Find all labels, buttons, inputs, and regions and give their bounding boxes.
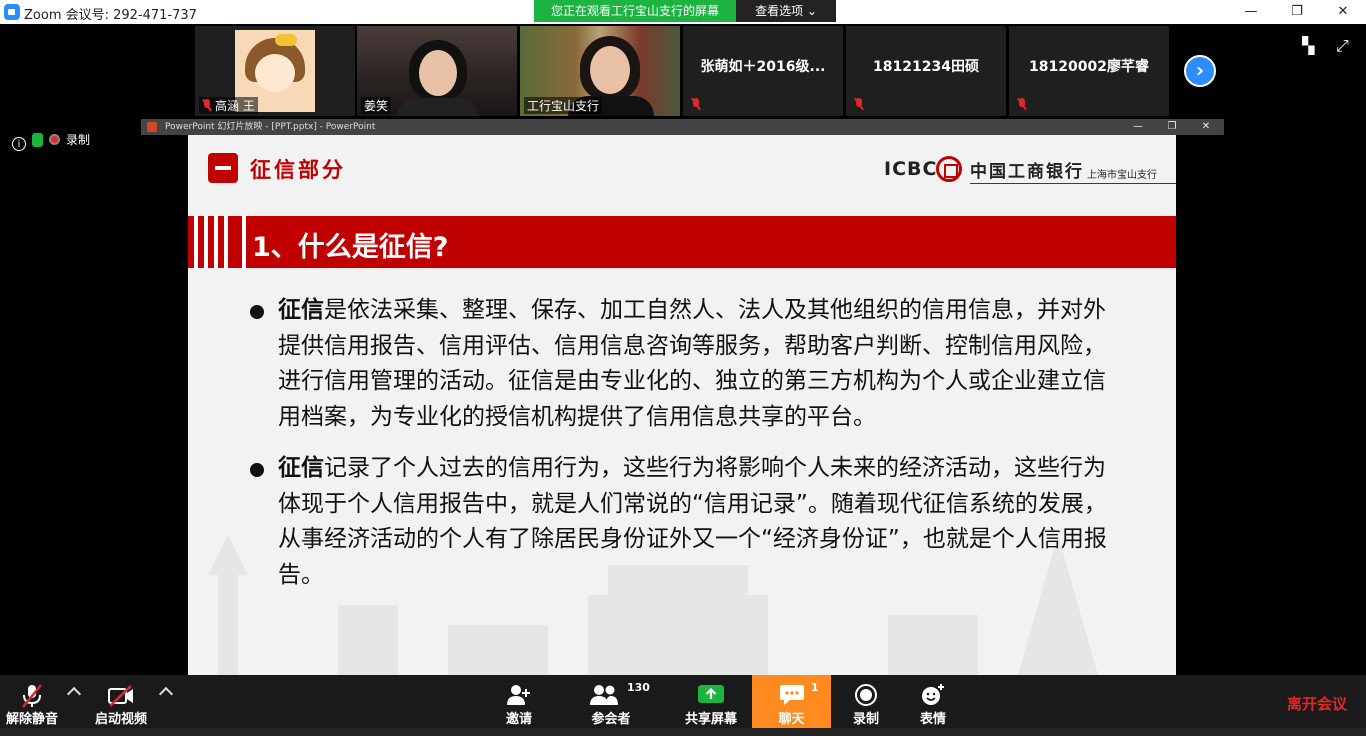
mic-muted-icon [1017, 97, 1027, 111]
ppt-title: PowerPoint 幻灯片放映 - [PPT.pptx] - PowerPoi… [165, 122, 376, 132]
slide-heading: 1、什么是征信? [252, 232, 449, 263]
info-icon[interactable]: i [12, 137, 26, 151]
screen-share-banner: 您正在观看工行宝山支行的屏幕 [534, 0, 736, 22]
start-video-button[interactable]: 启动视频 [88, 675, 154, 736]
unmute-button[interactable]: 解除静音 [0, 675, 64, 736]
participants-button[interactable]: 130 参会者 [584, 675, 650, 736]
participant-tile[interactable]: 高涵 王 [195, 26, 355, 116]
participant-name: 18120002廖芊睿 [1029, 59, 1149, 75]
participant-tile[interactable]: 姜笑 [357, 26, 517, 116]
fullscreen-icon[interactable]: ⤢ [1336, 36, 1349, 56]
taskbar-edge [0, 728, 1366, 736]
participant-name: 18121234田硕 [873, 59, 979, 75]
chat-button[interactable]: 1 聊天 [752, 675, 831, 736]
invite-button[interactable]: 邀请 [498, 675, 540, 736]
mic-muted-icon [691, 97, 701, 111]
ppt-restore-button[interactable]: ❐ [1157, 119, 1187, 135]
participant-name: 高涵 王 [199, 97, 258, 114]
ppt-titlebar: PowerPoint 幻灯片放映 - [PPT.pptx] - PowerPoi… [141, 119, 1224, 135]
participant-tile-active[interactable]: 工行宝山支行 [520, 26, 680, 116]
window-title: Zoom 会议号: 292-471-737 [24, 8, 197, 23]
leave-meeting-button[interactable]: 离开会议 [1287, 693, 1347, 714]
record-icon [848, 675, 884, 711]
presentation-slide: 征信部分 ICBC 中国工商银行 上海市宝山支行 1、什么是征信? 征信是依法采… [188, 135, 1176, 675]
mic-muted-icon [854, 97, 864, 111]
participant-name: 姜笑 [361, 97, 392, 114]
participant-tile[interactable]: 张萌如＋2016级... [683, 26, 843, 116]
lock-icon[interactable] [32, 133, 43, 147]
ppt-close-button[interactable]: ✕ [1191, 119, 1221, 135]
zoom-logo-icon [4, 4, 20, 20]
video-options-chevron-icon[interactable] [158, 686, 174, 702]
share-screen-button[interactable]: 共享屏幕 [680, 675, 742, 736]
audio-options-chevron-icon[interactable] [66, 686, 82, 702]
share-screen-icon [680, 675, 742, 711]
close-button[interactable]: ✕ [1320, 0, 1366, 24]
add-person-icon [498, 675, 540, 711]
restore-button[interactable]: ❐ [1274, 0, 1320, 24]
recording-label: 录制 [66, 133, 91, 147]
record-button[interactable]: 录制 [848, 675, 884, 736]
layout-icon[interactable]: ▚ [1302, 36, 1314, 55]
bullet-list: 征信是依法采集、整理、保存、加工自然人、法人及其他组织的信用信息，并对外提供信用… [248, 293, 1108, 593]
participant-count: 130 [627, 681, 650, 694]
minimize-button[interactable]: — [1228, 0, 1274, 24]
smiley-add-icon [916, 675, 950, 711]
bullet-item: 征信是依法采集、整理、保存、加工自然人、法人及其他组织的信用信息，并对外提供信用… [248, 293, 1108, 435]
video-off-icon [88, 675, 154, 711]
section-title: 征信部分 [250, 158, 346, 182]
next-page-button[interactable]: › [1184, 55, 1216, 87]
participant-tile[interactable]: 18120002廖芊睿 [1009, 26, 1169, 116]
bullet-item: 征信记录了个人过去的信用行为，这些行为将影响个人未来的经济活动，这些行为体现于个… [248, 451, 1108, 593]
meeting-status: i 录制 [12, 131, 90, 151]
participant-strip: 高涵 王 姜笑 工行宝山支行 张萌如＋2016级... 18121234田硕 1… [0, 24, 1366, 118]
reactions-button[interactable]: 表情 [916, 675, 950, 736]
view-options-button[interactable]: 查看选项 ⌄ [736, 0, 836, 22]
mic-muted-icon [202, 98, 212, 112]
meeting-toolbar: 解除静音 启动视频 邀请 130 参会者 共享屏幕 1 聊天 录制 表情 离开会… [0, 675, 1366, 736]
icbc-seal-icon [936, 156, 962, 182]
slide-heading-banner: 1、什么是征信? [188, 216, 1176, 268]
chat-unread-count: 1 [811, 681, 819, 694]
participant-tile[interactable]: 18121234田硕 [846, 26, 1006, 116]
section-number-badge [208, 153, 238, 183]
participant-name: 张萌如＋2016级... [700, 59, 826, 75]
participant-name: 工行宝山支行 [524, 97, 603, 114]
chat-bubble-icon [752, 675, 831, 711]
record-dot-icon [49, 134, 60, 145]
ppt-minimize-button[interactable]: — [1123, 119, 1153, 135]
mic-muted-icon [0, 675, 64, 711]
powerpoint-icon [147, 122, 157, 132]
